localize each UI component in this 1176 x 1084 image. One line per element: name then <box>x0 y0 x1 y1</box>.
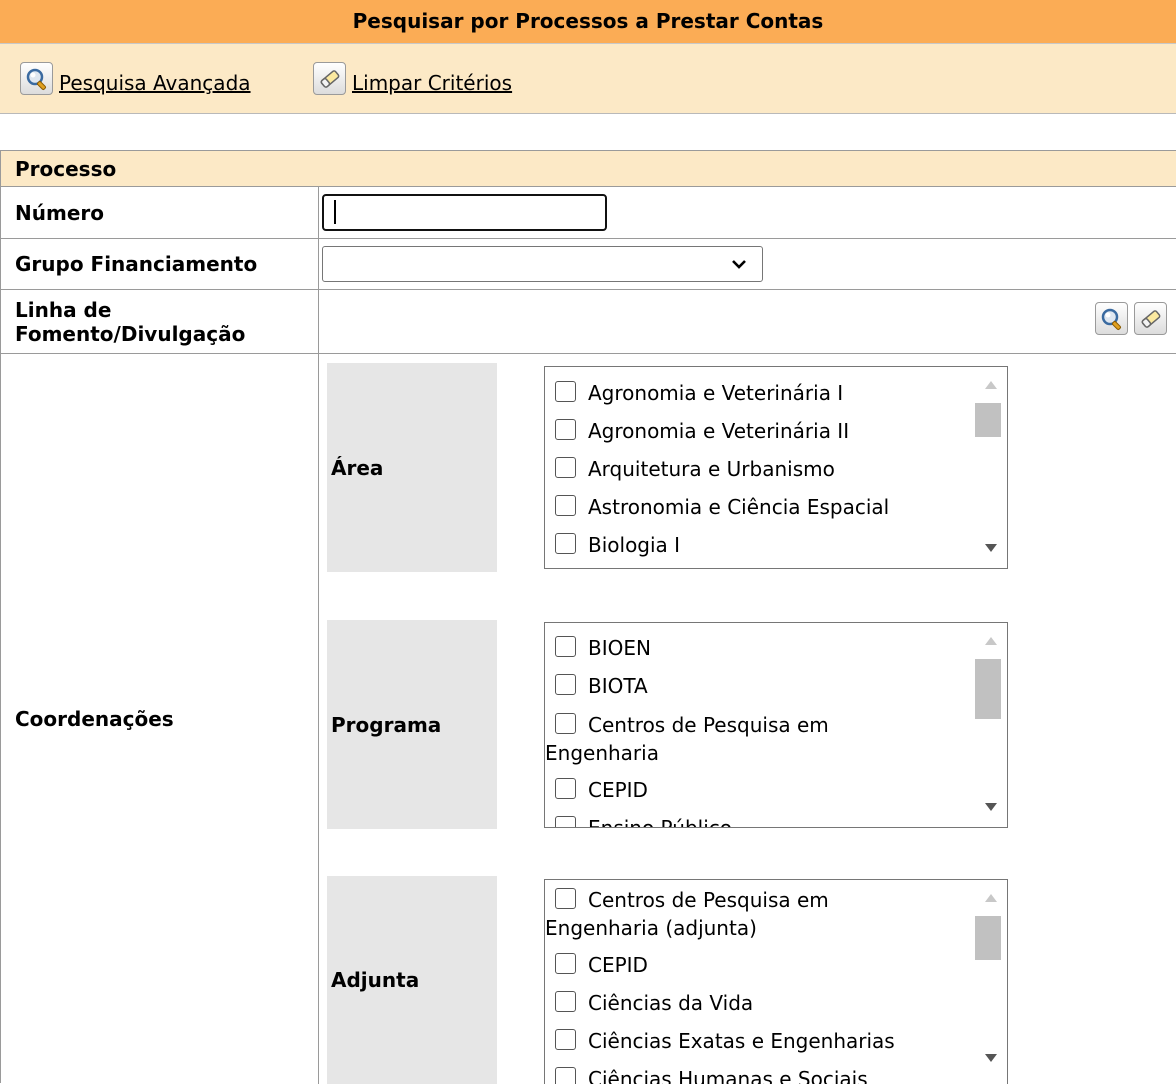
checkbox[interactable] <box>555 1029 576 1050</box>
checkbox[interactable] <box>555 778 576 799</box>
checkbox[interactable] <box>555 419 576 440</box>
magnifier-icon <box>20 62 53 95</box>
checkbox[interactable] <box>555 495 576 516</box>
scroll-down-icon[interactable] <box>985 803 997 811</box>
adjunta-scrollbar[interactable] <box>973 880 1007 1084</box>
section-title: Processo <box>1 151 1176 187</box>
row-numero: Número <box>1 187 1176 239</box>
linha-clear-button[interactable] <box>1134 302 1167 335</box>
clear-criteria-label: Limpar Critérios <box>352 71 513 95</box>
checkbox[interactable] <box>555 713 576 734</box>
search-header: Pesquisar por Processos a Prestar Contas… <box>0 0 1176 114</box>
advanced-search-link[interactable]: Pesquisa Avançada <box>20 62 251 95</box>
list-item[interactable]: Astronomia e Ciência Espacial <box>545 488 975 526</box>
area-scrollbar[interactable] <box>973 367 1007 568</box>
scroll-down-icon[interactable] <box>985 544 997 552</box>
magnifier-icon <box>1101 308 1121 330</box>
scroll-thumb[interactable] <box>975 659 1001 719</box>
numero-label: Número <box>1 187 319 238</box>
checkbox[interactable] <box>555 888 576 909</box>
area-checklist[interactable]: Agronomia e Veterinária I Agronomia e Ve… <box>544 366 1008 569</box>
scroll-thumb[interactable] <box>975 403 1001 437</box>
checkbox[interactable] <box>555 1067 576 1084</box>
list-item[interactable]: Ciências Exatas e Engenharias <box>545 1022 975 1060</box>
list-item[interactable]: BIOTA <box>545 667 975 705</box>
checkbox[interactable] <box>555 457 576 478</box>
linha-search-button[interactable] <box>1095 302 1128 335</box>
row-coordenacoes: Coordenações Área Agronomia e Veterinári… <box>1 354 1176 1084</box>
adjunta-checklist[interactable]: Centros de Pesquisa em Engenharia (adjunt… <box>544 879 1008 1084</box>
grupo-select[interactable] <box>322 246 763 282</box>
clear-criteria-link[interactable]: Limpar Critérios <box>313 62 512 95</box>
list-item[interactable]: CEPID <box>545 946 975 984</box>
scroll-down-icon[interactable] <box>985 1054 997 1062</box>
list-item[interactable]: Biologia I <box>545 526 975 564</box>
eraser-icon <box>313 62 346 95</box>
list-item[interactable]: Ciências Humanas e Sociais <box>545 1060 975 1084</box>
programa-scrollbar[interactable] <box>973 623 1007 827</box>
linha-label-line1: Linha de <box>15 297 112 322</box>
eraser-icon <box>1141 309 1160 328</box>
row-linha: Linha de Fomento/Divulgação <box>1 290 1176 354</box>
coordenacoes-label: Coordenações <box>1 354 319 1084</box>
checkbox[interactable] <box>555 381 576 402</box>
list-item[interactable]: Arquitetura e Urbanismo <box>545 450 975 488</box>
chevron-down-icon <box>732 260 746 269</box>
grupo-label: Grupo Financiamento <box>1 239 319 289</box>
numero-input[interactable] <box>322 194 607 231</box>
programa-label: Programa <box>327 620 497 829</box>
list-item[interactable]: Agronomia e Veterinária II <box>545 412 975 450</box>
checkbox[interactable] <box>555 636 576 657</box>
list-item[interactable]: BIOEN <box>545 629 975 667</box>
list-item[interactable]: Agronomia e Veterinária I <box>545 374 975 412</box>
programa-checklist[interactable]: BIOEN BIOTA Centros de Pesquisa em Engenh… <box>544 622 1008 828</box>
process-form: Processo Número Grupo Financiamento Linh… <box>0 150 1176 1084</box>
scroll-up-icon[interactable] <box>985 637 997 645</box>
linha-label: Linha de Fomento/Divulgação <box>1 290 319 353</box>
page-title: Pesquisar por Processos a Prestar Contas <box>0 0 1176 44</box>
row-grupo: Grupo Financiamento <box>1 239 1176 290</box>
scroll-thumb[interactable] <box>975 916 1001 960</box>
checkbox[interactable] <box>555 674 576 695</box>
checkbox[interactable] <box>555 533 576 554</box>
linha-label-line2: Fomento/Divulgação <box>15 321 246 346</box>
list-item[interactable]: Ciências da Vida <box>545 984 975 1022</box>
list-item[interactable]: CEPID <box>545 771 975 809</box>
adjunta-label: Adjunta <box>327 876 497 1084</box>
text-caret <box>334 200 336 224</box>
checkbox[interactable] <box>555 816 576 827</box>
linha-actions <box>1095 302 1167 335</box>
list-item[interactable]: Centros de Pesquisa em Engenharia (adjunt… <box>545 880 975 946</box>
list-item[interactable]: Centros de Pesquisa em Engenharia <box>545 705 975 771</box>
scroll-up-icon[interactable] <box>985 381 997 389</box>
scroll-up-icon[interactable] <box>985 894 997 902</box>
area-label: Área <box>327 363 497 572</box>
list-item[interactable]: Ensino Público <box>545 809 975 827</box>
checkbox[interactable] <box>555 953 576 974</box>
advanced-search-label: Pesquisa Avançada <box>59 71 251 95</box>
checkbox[interactable] <box>555 991 576 1012</box>
